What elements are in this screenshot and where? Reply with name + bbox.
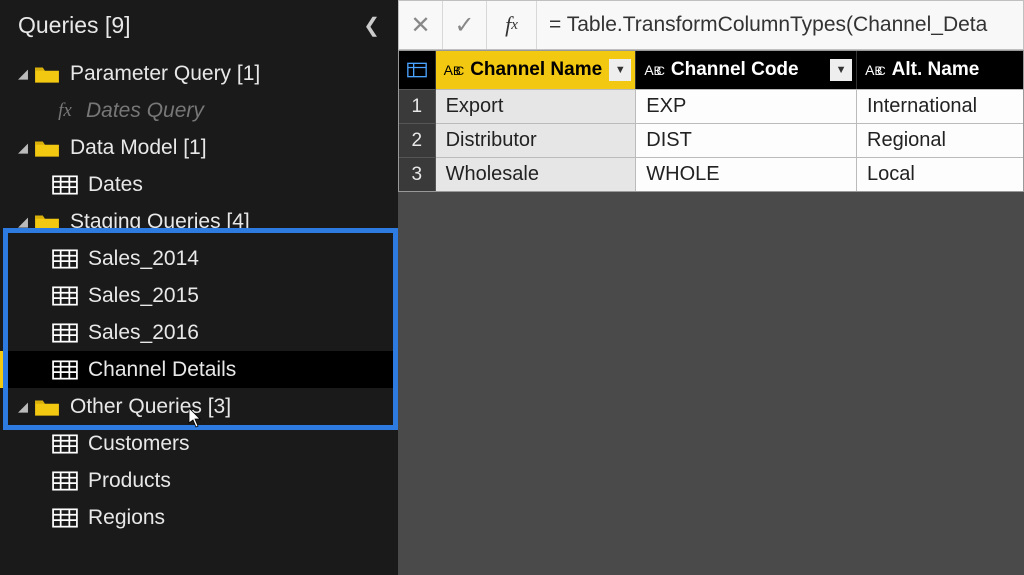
query-label: Customers — [88, 432, 190, 456]
query-label: Sales_2014 — [88, 247, 199, 271]
grid-row[interactable]: 2 Distributor DIST Regional — [399, 123, 1023, 157]
query-label: Dates — [88, 173, 143, 197]
folder-icon — [34, 397, 60, 417]
group-parameter-query[interactable]: ◢ Parameter Query [1] — [0, 55, 398, 92]
grid-body: 1 Export EXP International 2 Distributor… — [399, 89, 1023, 191]
sidebar-title: Queries [9] — [18, 12, 131, 39]
cell[interactable]: Regional — [857, 123, 1023, 157]
table-icon — [52, 360, 78, 380]
table-icon — [52, 175, 78, 195]
table-icon — [52, 471, 78, 491]
folder-icon — [34, 64, 60, 84]
folder-icon — [34, 138, 60, 158]
cell[interactable]: International — [857, 89, 1023, 123]
table-icon — [52, 249, 78, 269]
cell[interactable]: DIST — [636, 123, 857, 157]
group-data-model[interactable]: ◢ Data Model [1] — [0, 129, 398, 166]
group-other-queries[interactable]: ◢ Other Queries [3] — [0, 388, 398, 425]
table-icon — [52, 508, 78, 528]
table-icon — [52, 286, 78, 306]
group-label: Staging Queries [4] — [70, 210, 250, 234]
row-number[interactable]: 3 — [399, 157, 436, 191]
grid-header: ABC Channel Name ▼ ABC Channel Code ▼ AB… — [399, 51, 1023, 89]
group-label: Data Model [1] — [70, 136, 207, 160]
cell[interactable]: EXP — [636, 89, 857, 123]
column-name: Alt. Name — [892, 59, 980, 81]
column-name: Channel Code — [671, 59, 799, 81]
queries-sidebar: Queries [9] ❮ ◢ Parameter Query [1] fx D… — [0, 0, 398, 575]
query-label: Dates Query — [86, 99, 204, 123]
text-type-icon: ABC — [644, 62, 665, 78]
query-label: Channel Details — [88, 358, 236, 382]
formula-bar: ✕ ✓ fx = Table.TransformColumnTypes(Chan… — [398, 0, 1024, 50]
query-customers[interactable]: Customers — [0, 425, 398, 462]
query-dates-query[interactable]: fx Dates Query — [0, 92, 398, 129]
cell[interactable]: Export — [436, 89, 637, 123]
table-icon — [52, 434, 78, 454]
main-pane: ✕ ✓ fx = Table.TransformColumnTypes(Chan… — [398, 0, 1024, 575]
query-sales-2016[interactable]: Sales_2016 — [0, 314, 398, 351]
table-icon — [52, 323, 78, 343]
query-label: Products — [88, 469, 171, 493]
grid-row[interactable]: 1 Export EXP International — [399, 89, 1023, 123]
text-type-icon: ABC — [865, 62, 886, 78]
cell[interactable]: Wholesale — [436, 157, 637, 191]
cell[interactable]: Local — [857, 157, 1023, 191]
folder-icon — [34, 212, 60, 232]
caret-down-icon: ◢ — [18, 214, 32, 230]
commit-formula-icon[interactable]: ✓ — [443, 1, 487, 49]
grid-row[interactable]: 3 Wholesale WHOLE Local — [399, 157, 1023, 191]
column-header-channel-name[interactable]: ABC Channel Name ▼ — [436, 51, 637, 89]
column-header-alt-name[interactable]: ABC Alt. Name — [857, 51, 1023, 89]
sidebar-header: Queries [9] ❮ — [0, 0, 398, 51]
column-filter-dropdown-icon[interactable]: ▼ — [830, 59, 852, 81]
row-number[interactable]: 1 — [399, 89, 436, 123]
query-sales-2014[interactable]: Sales_2014 — [0, 240, 398, 277]
text-type-icon: ABC — [444, 62, 465, 78]
query-sales-2015[interactable]: Sales_2015 — [0, 277, 398, 314]
cancel-formula-icon[interactable]: ✕ — [399, 1, 443, 49]
collapse-sidebar-icon[interactable]: ❮ — [363, 13, 380, 38]
caret-down-icon: ◢ — [18, 140, 32, 156]
query-channel-details[interactable]: Channel Details — [0, 351, 398, 388]
caret-down-icon: ◢ — [18, 399, 32, 415]
group-staging-queries[interactable]: ◢ Staging Queries [4] — [0, 203, 398, 240]
select-all-corner[interactable] — [399, 51, 436, 89]
data-grid: ABC Channel Name ▼ ABC Channel Code ▼ AB… — [398, 50, 1024, 192]
cell[interactable]: Distributor — [436, 123, 637, 157]
formula-input[interactable]: = Table.TransformColumnTypes(Channel_Det… — [537, 13, 1023, 37]
cell[interactable]: WHOLE — [636, 157, 857, 191]
group-label: Other Queries [3] — [70, 395, 231, 419]
queries-tree: ◢ Parameter Query [1] fx Dates Query ◢ D… — [0, 51, 398, 536]
column-filter-dropdown-icon[interactable]: ▼ — [609, 59, 631, 81]
group-label: Parameter Query [1] — [70, 62, 260, 86]
caret-down-icon: ◢ — [18, 66, 32, 82]
column-name: Channel Name — [470, 59, 602, 81]
query-products[interactable]: Products — [0, 462, 398, 499]
query-label: Sales_2016 — [88, 321, 199, 345]
query-label: Regions — [88, 506, 165, 530]
query-label: Sales_2015 — [88, 284, 199, 308]
row-number[interactable]: 2 — [399, 123, 436, 157]
fx-icon: fx — [52, 100, 78, 122]
query-regions[interactable]: Regions — [0, 499, 398, 536]
column-header-channel-code[interactable]: ABC Channel Code ▼ — [636, 51, 857, 89]
fx-icon[interactable]: fx — [487, 1, 537, 49]
query-dates[interactable]: Dates — [0, 166, 398, 203]
